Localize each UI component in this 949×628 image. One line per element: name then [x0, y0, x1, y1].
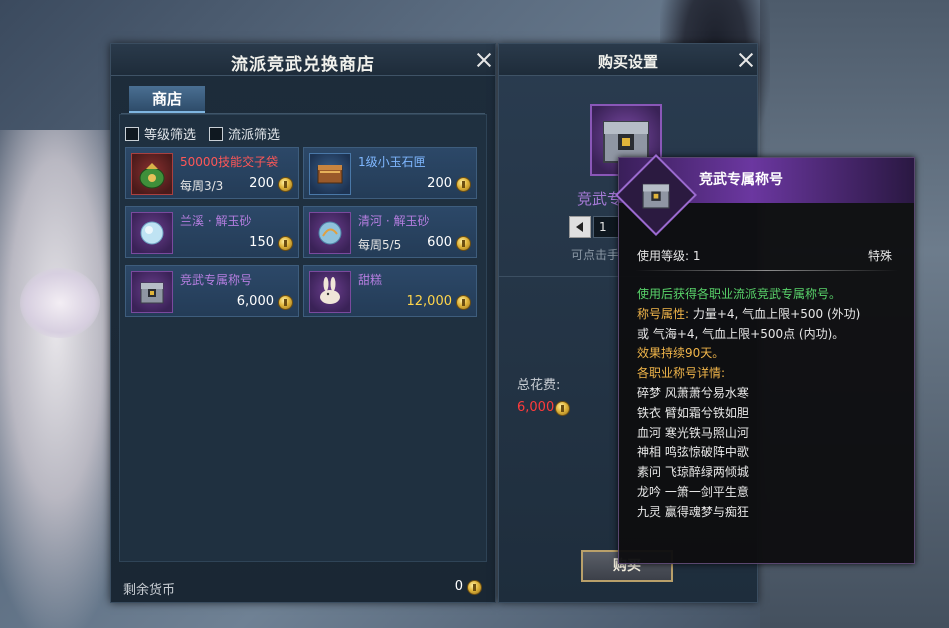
shop-title: 流派竞武兑换商店 [231, 55, 375, 75]
purchase-header: 购买设置 [499, 44, 757, 76]
chest-icon [131, 271, 173, 313]
item-tooltip: 竞武专属称号 使用等级: 1 特殊 使用后获得各职业流派竞武专属称号。 称号属性… [614, 153, 915, 564]
currency-coin-icon [456, 295, 471, 310]
item-price: 12,000 [406, 294, 453, 309]
shop-item-card[interactable]: 竞武专属称号 6,000 [125, 265, 299, 317]
tooltip-line: 铁衣 臂如霜兮铁如胆 [637, 405, 749, 420]
filter-level[interactable]: 等级筛选 [125, 124, 196, 143]
remaining-currency-label: 剩余货币 [123, 583, 176, 598]
quantity-input[interactable]: 1 [593, 216, 619, 238]
total-cost-label: 总花费: [517, 378, 561, 393]
item-name: 竞武专属称号 [180, 273, 253, 287]
currency-coin-icon [278, 295, 293, 310]
item-price: 200 [427, 176, 452, 191]
tooltip-title: 竞武专属称号 [699, 172, 783, 188]
item-weekly-limit: 每周3/3 [180, 179, 224, 193]
filter-school[interactable]: 流派筛选 [209, 124, 280, 143]
item-price: 150 [249, 235, 274, 250]
purchase-title: 购买设置 [597, 53, 658, 71]
currency-coin-icon [555, 401, 570, 416]
currency-coin-icon [278, 236, 293, 251]
currency-coin-icon [456, 177, 471, 192]
tooltip-level: 使用等级: 1 [637, 249, 701, 263]
rabbit-icon [309, 271, 351, 313]
tooltip-separator [635, 270, 898, 271]
remaining-currency-value: 0 [454, 579, 463, 594]
currency-coin-icon [467, 580, 482, 595]
background-rabbit-ornament [20, 268, 100, 338]
money-bag-icon [131, 153, 173, 195]
tooltip-attr-prefix: 称号属性: [637, 306, 690, 321]
item-weekly-limit: 每周5/5 [358, 238, 402, 252]
shop-item-card[interactable]: 甜糕 12,000 [303, 265, 477, 317]
item-price: 200 [249, 176, 274, 191]
quantity-hint: 可点击手 [571, 248, 620, 262]
shop-header: 流派竞武兑换商店 [111, 44, 495, 76]
currency-coin-icon [278, 177, 293, 192]
tooltip-line: 各职业称号详情: [637, 366, 726, 381]
tooltip-description: 使用后获得各职业流派竞武专属称号。 称号属性: 力量+4, 气血上限+500 (… [637, 285, 902, 523]
jade-box-icon [309, 153, 351, 195]
item-name: 清河 · 解玉砂 [358, 214, 430, 228]
tab-shop[interactable]: 商店 [129, 86, 205, 113]
selected-item-name: 竞武专 [577, 190, 623, 208]
shop-close-icon[interactable] [473, 49, 495, 71]
filter-level-label: 等级筛选 [144, 128, 197, 143]
tooltip-line: 血河 寒光铁马照山河 [637, 425, 749, 440]
exchange-shop-panel: 流派竞武兑换商店 商店 等级筛选 流派筛选 50000技能交子袋 每周3/3 2… [110, 43, 496, 603]
currency-coin-icon [456, 236, 471, 251]
purchase-close-icon[interactable] [735, 49, 757, 71]
tooltip-line: 神相 鸣弦惊破阵中歌 [637, 445, 749, 460]
tooltip-type: 特殊 [867, 249, 892, 263]
item-name: 兰溪 · 解玉砂 [180, 214, 252, 228]
jade-sand-icon [131, 212, 173, 254]
total-cost-value: 6,000 [517, 400, 555, 415]
shop-item-card[interactable]: 1级小玉石匣 200 [303, 147, 477, 199]
shop-item-card[interactable]: 清河 · 解玉砂 每周5/5 600 [303, 206, 477, 258]
chest-icon [633, 172, 679, 218]
shop-item-card[interactable]: 50000技能交子袋 每周3/3 200 [125, 147, 299, 199]
shop-item-card[interactable]: 兰溪 · 解玉砂 150 [125, 206, 299, 258]
tooltip-line: 使用后获得各职业流派竞武专属称号。 [637, 287, 842, 301]
jade-sand-icon [309, 212, 351, 254]
filter-level-checkbox[interactable] [125, 126, 139, 141]
tooltip-line: 素问 飞琼醉绿两倾城 [637, 465, 749, 480]
tooltip-line: 碎梦 风萧萧兮易水寒 [637, 385, 749, 400]
tooltip-line: 称号属性: 力量+4, 气血上限+500 (外功) [637, 305, 902, 325]
tooltip-attr-rest: 力量+4, 气血上限+500 (外功) [689, 306, 861, 321]
item-name: 1级小玉石匣 [358, 155, 426, 169]
quantity-decrease-button[interactable] [569, 216, 591, 238]
item-name: 50000技能交子袋 [180, 155, 279, 169]
tooltip-line: 或 气海+4, 气血上限+500点 (内功)。 [637, 326, 845, 341]
tooltip-line: 效果持续90天。 [637, 346, 725, 361]
tooltip-line: 九灵 赢得魂梦与痴狂 [637, 504, 749, 519]
filter-school-checkbox[interactable] [209, 126, 223, 141]
item-price: 6,000 [236, 294, 274, 309]
filter-school-label: 流派筛选 [228, 128, 281, 143]
tooltip-line: 龙吟 一箫一剑平生意 [637, 484, 749, 499]
item-name: 甜糕 [358, 273, 383, 287]
item-price: 600 [427, 235, 452, 250]
